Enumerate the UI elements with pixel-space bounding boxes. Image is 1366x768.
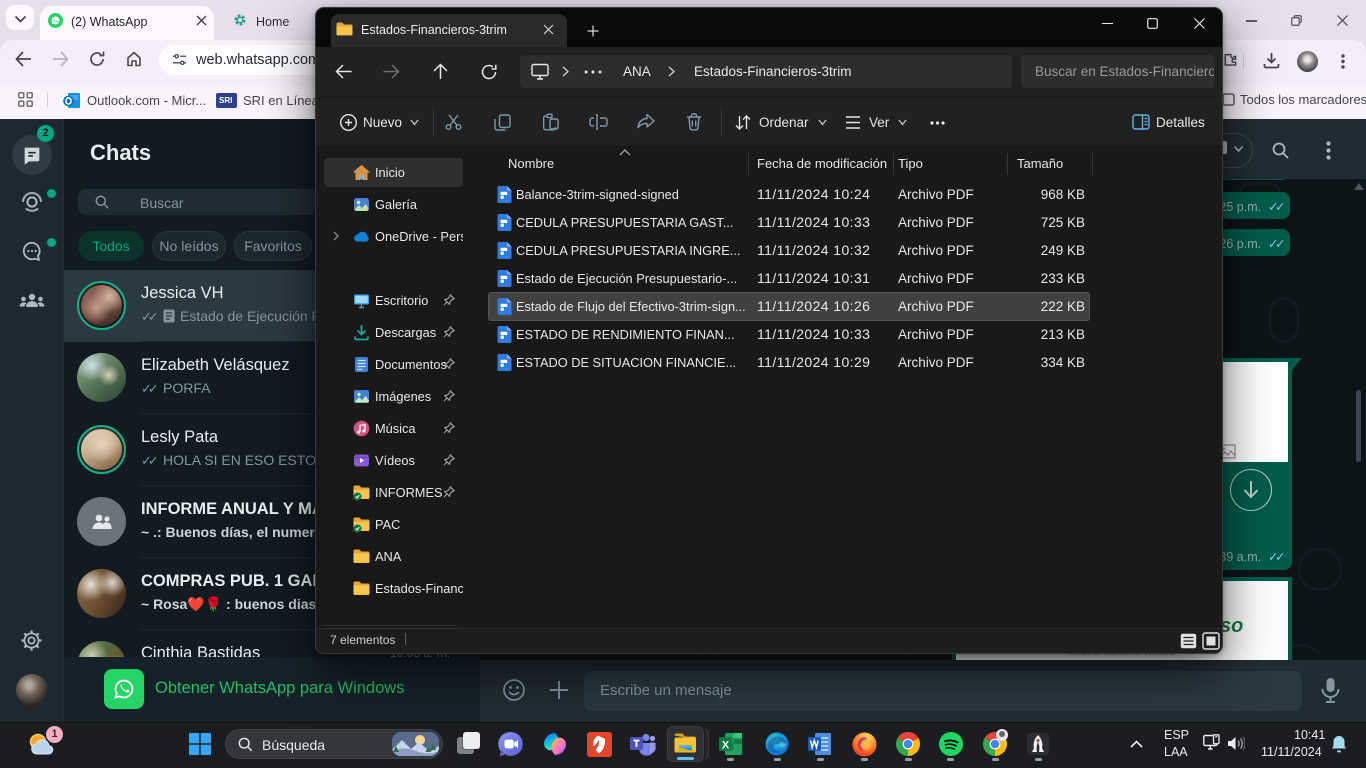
svg-text:X: X xyxy=(722,740,730,752)
